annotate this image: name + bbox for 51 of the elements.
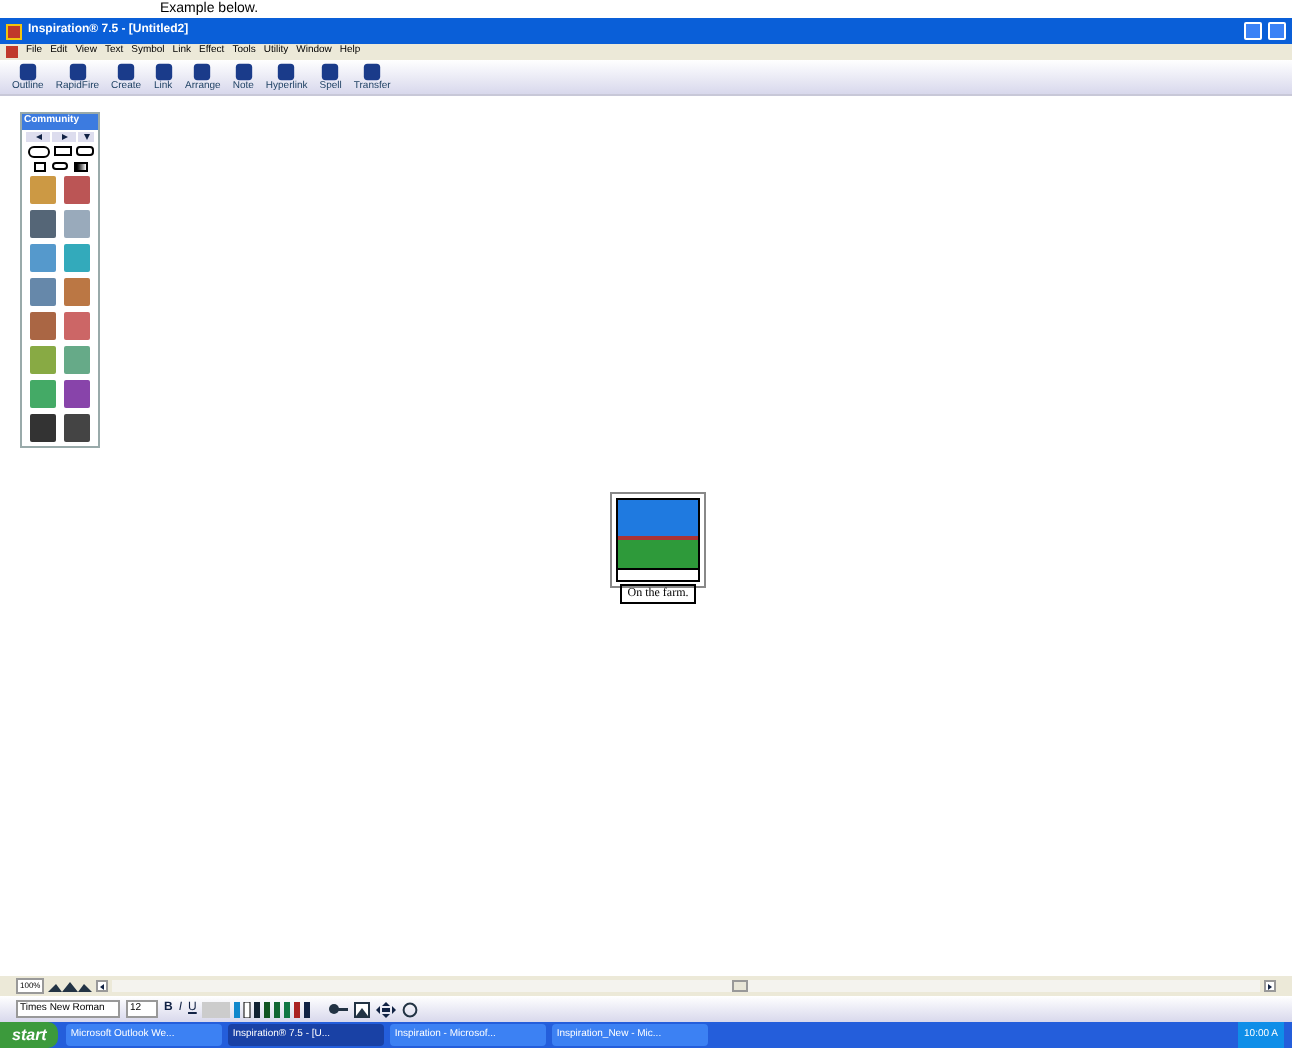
clipart-icon[interactable] [64, 379, 90, 407]
right-arrow-icon [1268, 983, 1272, 989]
tool-icon [153, 62, 174, 82]
clipart-icon[interactable] [30, 379, 56, 407]
clipart-icon[interactable] [30, 413, 56, 441]
oval-shape-icon[interactable] [27, 145, 49, 157]
picture-icon[interactable] [354, 1001, 371, 1017]
scroll-right-button[interactable] [1264, 980, 1276, 992]
tool-icon [320, 62, 341, 82]
shaded-rectangle-icon[interactable] [73, 161, 87, 171]
ellipse-shape-icon[interactable] [51, 161, 67, 169]
tool-icon [362, 62, 383, 82]
caret-icon [83, 133, 89, 139]
tool-icon [192, 62, 213, 82]
rectangle-shape-icon[interactable] [53, 145, 71, 155]
clipart-icon[interactable] [64, 345, 90, 373]
app-icon [6, 23, 22, 39]
tool-icon [233, 62, 254, 82]
clipart-icon[interactable] [30, 345, 56, 373]
left-arrow-icon [35, 133, 41, 139]
previous-button[interactable] [26, 131, 50, 141]
clipart-icon[interactable] [64, 413, 90, 441]
clipart-icon[interactable] [64, 277, 90, 305]
clipart-icon[interactable] [30, 311, 56, 339]
farm-picture[interactable] [616, 498, 700, 582]
scroll-left-button[interactable] [96, 980, 109, 992]
key-icon[interactable] [328, 1002, 349, 1016]
move-arrows-icon[interactable] [376, 1001, 397, 1017]
tool-icon [67, 62, 88, 82]
square-shape-icon[interactable] [33, 161, 45, 171]
tool-icon [17, 62, 38, 82]
restore-button[interactable] [1268, 22, 1286, 40]
clipart-icon[interactable] [64, 311, 90, 339]
document-icon [6, 46, 18, 58]
clipart-icon[interactable] [64, 175, 90, 203]
mountain-icon[interactable] [48, 980, 93, 992]
clipart-icon[interactable] [64, 209, 90, 237]
dropdown-button[interactable] [78, 131, 94, 141]
tool-icon [116, 62, 137, 82]
clipart-icon[interactable] [30, 243, 56, 271]
left-arrow-icon [100, 983, 105, 989]
start-button[interactable]: start [0, 1022, 59, 1048]
clipart-icon[interactable] [30, 175, 56, 203]
clipart-icon[interactable] [64, 243, 90, 271]
clipart-icon[interactable] [30, 277, 56, 305]
next-button[interactable] [52, 131, 76, 141]
tool-icon [276, 62, 297, 82]
right-arrow-icon [61, 133, 67, 139]
clipart-icon[interactable] [30, 209, 56, 237]
minimize-button[interactable] [1244, 22, 1262, 40]
horizontal-scrollbar[interactable] [112, 980, 1260, 992]
